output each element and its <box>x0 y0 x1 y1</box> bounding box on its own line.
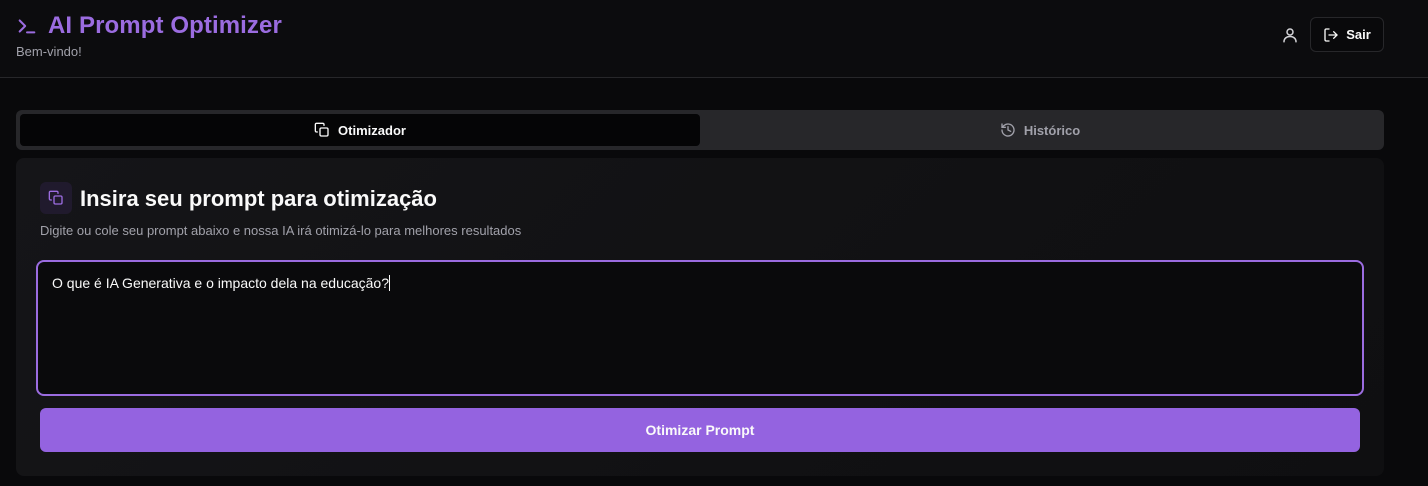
brand: AI Prompt Optimizer <box>16 12 282 40</box>
welcome-text: Bem-vindo! <box>16 44 82 59</box>
tab-historico[interactable]: Histórico <box>700 114 1380 146</box>
copy-icon <box>48 190 64 206</box>
logout-button[interactable]: Sair <box>1310 17 1384 52</box>
tab-label: Otimizador <box>338 122 406 138</box>
card-icon-box <box>40 182 72 214</box>
card-description: Digite ou cole seu prompt abaixo e nossa… <box>40 223 522 238</box>
terminal-icon <box>16 15 38 37</box>
tab-otimizador[interactable]: Otimizador <box>20 114 700 146</box>
tab-list: Otimizador Histórico <box>16 110 1384 150</box>
user-icon[interactable] <box>1281 26 1299 44</box>
tab-label: Histórico <box>1023 122 1081 138</box>
prompt-text: O que é IA Generativa e o impacto dela n… <box>52 275 390 291</box>
text-caret <box>389 275 391 291</box>
logout-label: Sair <box>1346 27 1371 42</box>
logout-icon <box>1323 27 1339 43</box>
history-icon <box>1000 122 1016 138</box>
copy-icon <box>314 122 330 138</box>
optimize-button-label: Otimizar Prompt <box>645 422 755 438</box>
prompt-textarea[interactable]: O que é IA Generativa e o impacto dela n… <box>36 260 1364 396</box>
card-title: Insira seu prompt para otimização <box>80 186 437 211</box>
app-header: AI Prompt Optimizer Bem-vindo! Sair <box>0 0 1428 78</box>
optimizer-card: Insira seu prompt para otimização Digite… <box>16 158 1384 476</box>
optimize-prompt-button[interactable]: Otimizar Prompt <box>40 408 1360 452</box>
app-title: AI Prompt Optimizer <box>48 12 282 39</box>
